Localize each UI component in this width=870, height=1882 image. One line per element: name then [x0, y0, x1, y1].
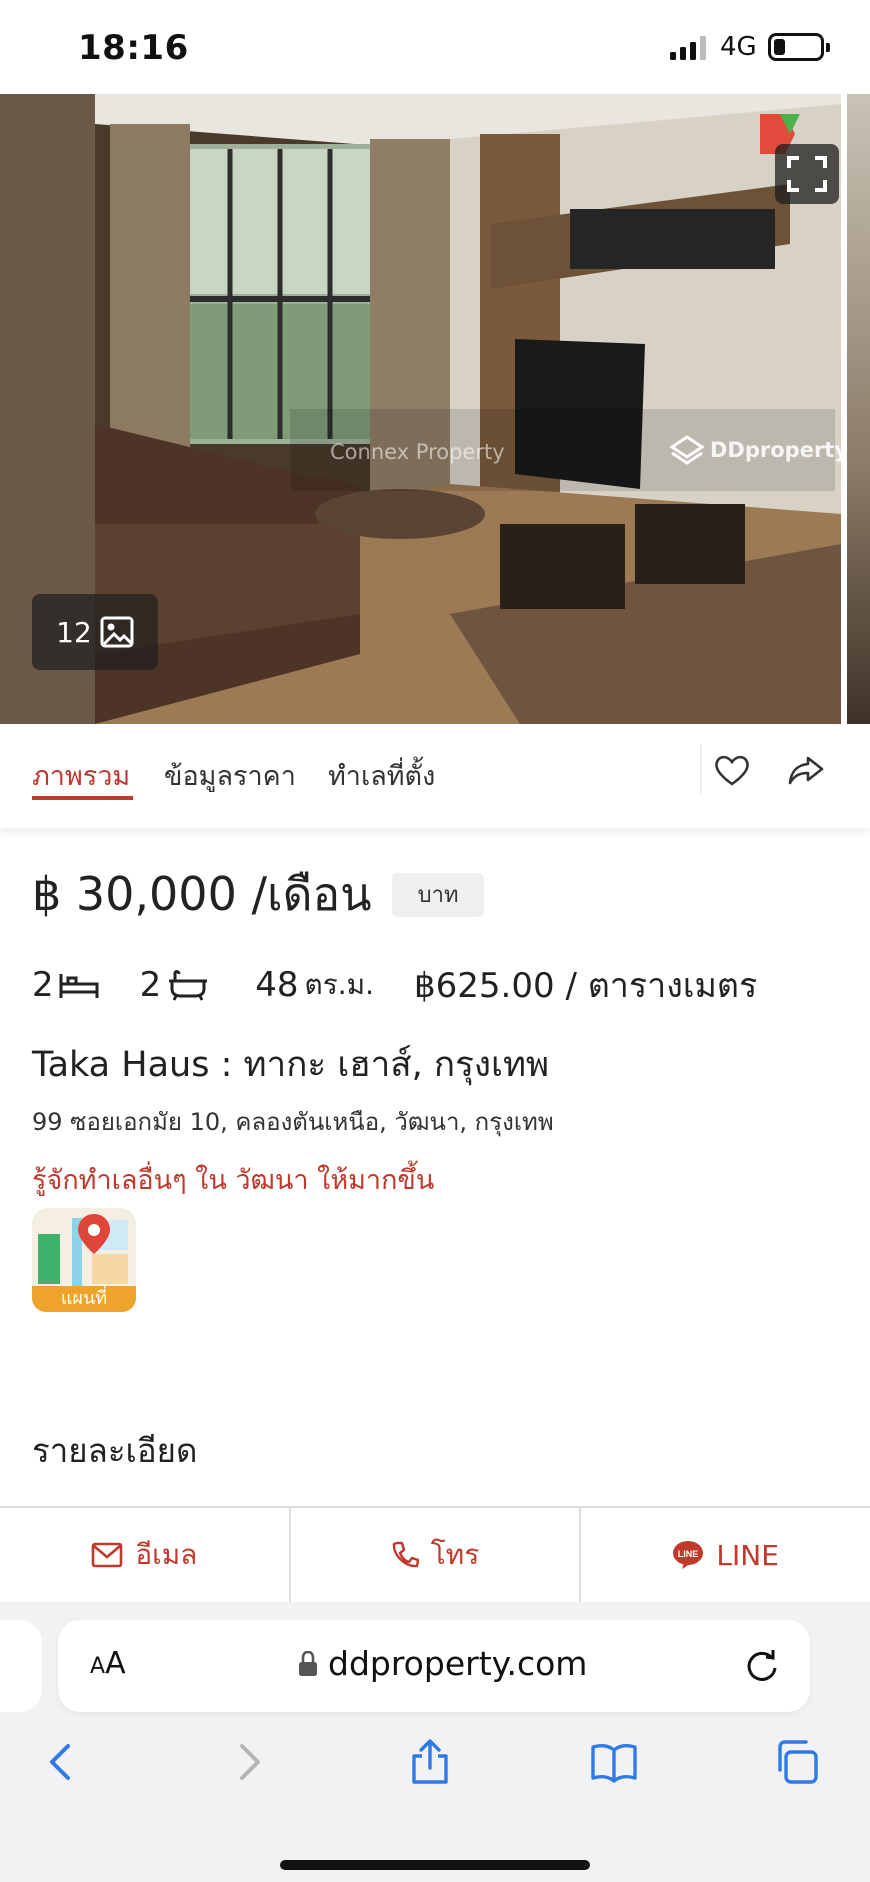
contact-bar: อีเมล โทร LINE LINE — [0, 1506, 870, 1602]
forward-icon[interactable] — [224, 1738, 272, 1786]
bed-icon — [59, 974, 99, 998]
monthly-price: ฿ 30,000 /เดือน — [32, 867, 372, 921]
tab-location[interactable]: ทำเลที่ตั้ง — [328, 754, 435, 797]
tabs-icon[interactable] — [772, 1738, 820, 1786]
tab-overview[interactable]: ภาพรวม — [32, 754, 130, 797]
bathtub-icon — [169, 970, 208, 1001]
url-display[interactable]: ddproperty.com — [298, 1644, 587, 1683]
map-label: แผนที่ — [32, 1286, 136, 1312]
property-specs: 2 2 48 ตร.ม. ฿625.00 / ตารางเมตร — [32, 958, 757, 1012]
call-button[interactable]: โทร — [291, 1508, 582, 1602]
share-sheet-icon[interactable] — [406, 1738, 454, 1786]
ddproperty-watermark-text: DDproperty — [710, 438, 849, 462]
status-bar: 18:16 4G — [0, 0, 870, 94]
safari-toolbar: AA ddproperty.com — [0, 1602, 870, 1882]
status-time: 18:16 — [78, 28, 189, 68]
network-type: 4G — [720, 32, 757, 62]
agency-watermark: Connex Property — [330, 440, 505, 464]
previous-tab-peek[interactable] — [0, 1620, 42, 1712]
floor-size-unit: ตร.ม. — [304, 968, 375, 1001]
bedroom-count: 2 — [32, 965, 54, 1005]
photo-count: 12 — [56, 615, 92, 649]
listing-address: 99 ซอยเอกมัย 10, คลองตันเหนือ, วัฒนา, กร… — [32, 1108, 554, 1136]
tab-price-info[interactable]: ข้อมูลราคา — [164, 754, 296, 797]
battery-icon — [768, 33, 830, 61]
line-label: LINE — [716, 1538, 779, 1572]
line-button[interactable]: LINE LINE — [581, 1508, 870, 1602]
share-icon[interactable] — [786, 750, 826, 790]
bookmarks-icon[interactable] — [590, 1738, 638, 1786]
details-heading: รายละเอียด — [32, 1431, 198, 1470]
section-tabs: ภาพรวม ข้อมูลราคา ทำเลที่ตั้ง — [0, 724, 870, 828]
currency-badge[interactable]: บาท — [391, 872, 485, 917]
email-button[interactable]: อีเมล — [0, 1508, 291, 1602]
call-label: โทร — [430, 1538, 480, 1571]
email-label: อีเมล — [135, 1538, 198, 1571]
ddproperty-watermark: DDproperty — [670, 435, 848, 465]
next-photo-peek[interactable] — [841, 94, 870, 724]
area-info-link[interactable]: รู้จักทำเลอื่นๆ ใน วัฒนา ให้มากขึ้น — [32, 1158, 434, 1201]
back-icon[interactable] — [38, 1738, 86, 1786]
home-indicator — [280, 1860, 590, 1870]
mail-icon — [92, 1542, 123, 1568]
heart-icon[interactable] — [712, 750, 752, 790]
domain-text: ddproperty.com — [328, 1644, 588, 1683]
reload-icon[interactable] — [742, 1646, 782, 1686]
signal-icon — [670, 36, 706, 60]
tab-divider — [700, 744, 702, 794]
bathroom-count: 2 — [139, 965, 162, 1005]
ddproperty-logo-icon — [670, 435, 704, 465]
floor-size: 48 — [255, 965, 299, 1005]
image-icon — [100, 616, 134, 648]
fullscreen-button[interactable] — [775, 144, 839, 204]
listing-title: Taka Haus : ทากะ เฮาส์, กรุงเทพ — [32, 1045, 550, 1085]
photo-count-button[interactable]: 12 — [32, 594, 158, 670]
active-tab-indicator — [32, 796, 133, 800]
phone-icon — [392, 1541, 419, 1568]
svg-text:LINE: LINE — [678, 1549, 699, 1559]
line-app-icon: LINE — [673, 1541, 704, 1569]
price-row: ฿ 30,000 /เดือน บาท — [32, 858, 485, 931]
price-per-sqm: ฿625.00 / ตารางเมตร — [414, 966, 758, 1006]
listing-photo-gallery[interactable]: Connex Property DDproperty 12 — [0, 94, 870, 724]
lock-icon — [299, 1650, 317, 1676]
address-bar[interactable]: AA ddproperty.com — [58, 1620, 810, 1712]
map-button[interactable]: แผนที่ — [32, 1208, 136, 1312]
text-size-button[interactable]: AA — [90, 1646, 126, 1681]
expand-icon — [787, 156, 827, 192]
